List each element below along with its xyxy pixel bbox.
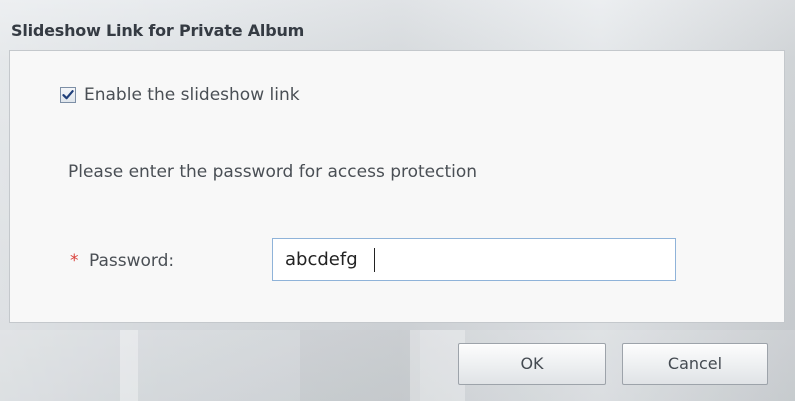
background-decoration (410, 330, 465, 401)
enable-slideshow-label[interactable]: Enable the slideshow link (84, 85, 300, 105)
cancel-button[interactable]: Cancel (622, 343, 768, 385)
password-label: Password: (89, 251, 175, 271)
text-cursor (374, 248, 375, 272)
dialog-title: Slideshow Link for Private Album (11, 21, 305, 40)
background-decoration (300, 330, 420, 401)
slideshow-link-dialog: Slideshow Link for Private Album Enable … (0, 0, 795, 401)
ok-button[interactable]: OK (458, 343, 606, 385)
password-input[interactable] (272, 238, 676, 281)
enable-slideshow-checkbox[interactable] (60, 87, 76, 103)
required-marker: * (70, 251, 79, 271)
password-instruction-text: Please enter the password for access pro… (68, 162, 478, 182)
checkmark-icon (62, 90, 74, 100)
background-decoration (120, 330, 138, 401)
